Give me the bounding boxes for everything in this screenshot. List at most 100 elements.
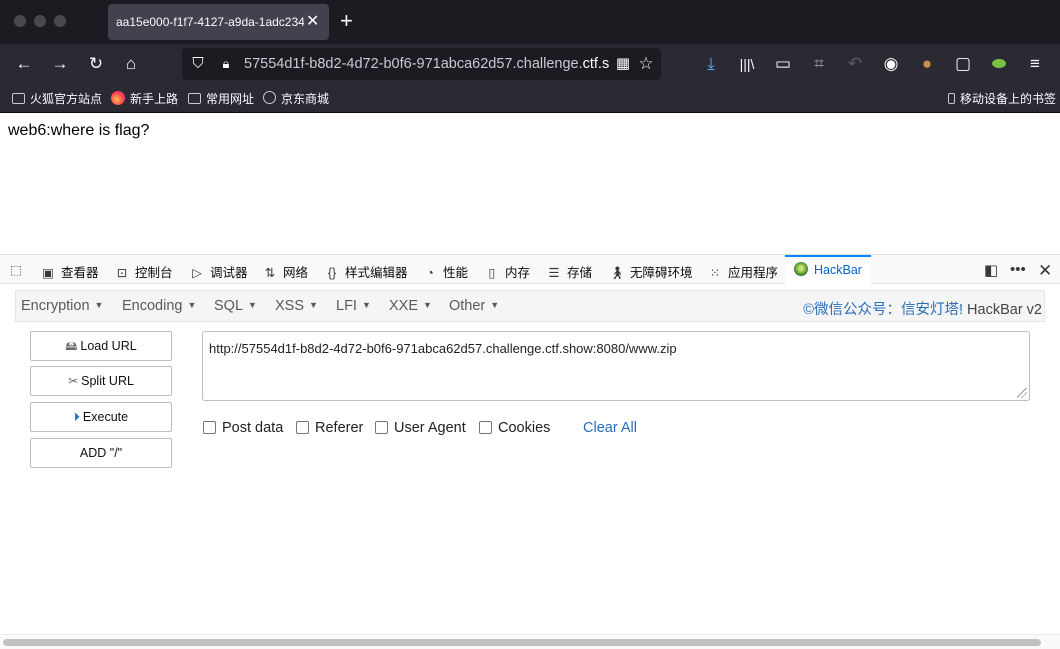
chevron-down-icon: ▼ [423,300,432,310]
more-options-icon[interactable]: ••• [1010,261,1026,278]
tab-debugger[interactable]: ▷ 调试器 [189,262,247,281]
tab-storage[interactable]: ☰ 存储 [546,262,592,281]
globe-icon [263,91,276,104]
menu-xxe[interactable]: XXE ▼ [389,298,432,314]
bookmark-star-icon[interactable]: ☆ [635,53,657,75]
menu-lfi[interactable]: LFI ▼ [336,298,371,314]
menu-encryption[interactable]: Encryption ▼ [21,298,103,314]
style-editor-icon: {} [327,266,337,280]
menu-xss[interactable]: XSS ▼ [275,298,318,314]
library-icon[interactable]: |||\ [736,53,758,75]
lock-icon[interactable]: 🔒︎ [215,53,237,75]
post-data-checkbox[interactable]: Post data [203,420,283,436]
url-text[interactable]: 57554d1f-b8d2-4d72-b0f6-971abca62d57.cha… [244,56,614,72]
tab-network[interactable]: ⇅ 网络 [262,262,308,281]
bookmark-item[interactable]: 新手上路 [111,90,178,107]
close-window-button[interactable] [14,15,26,27]
dock-side-icon[interactable]: ◧ [984,261,998,279]
page-content-text: web6:where is flag? [8,122,150,139]
folder-icon [188,93,201,104]
performance-icon: ◔ [426,266,434,280]
screenshot-icon[interactable]: ⌗ [808,53,830,75]
folder-icon [12,93,25,104]
hackbar-url-input[interactable]: http://57554d1f-b8d2-4d72-b0f6-971abca62… [202,331,1030,401]
active-tab[interactable]: aa15e000-f1f7-4127-a9da-1adc234 ✕ [108,4,329,40]
tab-console[interactable]: ⊡ 控制台 [114,262,173,281]
debugger-icon: ▷ [192,266,202,280]
execute-button[interactable]: ⏵︎ Execute [30,402,172,432]
scrollbar-thumb[interactable] [3,639,1041,646]
tab-style-editor[interactable]: {} 样式编辑器 [324,262,408,281]
split-url-button[interactable]: ✂︎ Split URL [30,366,172,396]
tab-inspector[interactable]: ▣ 查看器 [40,262,98,281]
tab-memory[interactable]: ▯ 内存 [484,262,530,281]
cookie-extension-icon[interactable]: ● [916,53,938,75]
devtools-toolbar: ⬚ ▣ 查看器 ⊡ 控制台 ▷ 调试器 ⇅ 网络 {} 样式编辑器 ◔ 性能 ▯ 内存 ☰ 存储… [0,254,1060,284]
downloads-icon[interactable]: ⤓ [700,53,722,75]
tab-accessibility[interactable]: 🚶︎ 无障碍环境 [609,262,692,281]
menu-encoding[interactable]: Encoding ▼ [122,298,196,314]
application-grid-icon: ⁙ [709,266,721,280]
firefox-icon [111,91,125,105]
qr-code-icon[interactable]: ▦ [612,53,634,75]
referer-checkbox[interactable]: Referer [296,420,363,436]
mobile-icon [948,93,955,104]
scissors-icon: ✂︎ [68,374,79,388]
bookmarks-bar: 火狐官方站点 新手上路 常用网址 京东商城 移动设备上的书签 [0,84,1060,113]
shield-icon[interactable]: ⛉ [187,53,209,75]
resize-handle[interactable] [1017,388,1027,398]
chevron-down-icon: ▼ [187,300,197,310]
chevron-down-icon: ▼ [309,300,318,310]
bookmark-item[interactable]: 常用网址 [188,90,254,107]
home-icon[interactable]: ⌂ [120,53,142,75]
menu-sql[interactable]: SQL ▼ [214,298,257,314]
user-agent-checkbox[interactable]: User Agent [375,420,466,436]
minimize-window-button[interactable] [34,15,46,27]
tab-hackbar[interactable]: HackBar [794,262,862,277]
memory-icon: ▯ [488,266,496,280]
extension-box-icon[interactable]: ▢ [952,53,974,75]
nav-bar: ← → ↻ ⌂ ⛉ 🔒︎ 57554d1f-b8d2-4d72-b0f6-971… [0,44,1060,84]
mobile-bookmarks[interactable]: 移动设备上的书签 [948,90,1056,107]
undo-icon[interactable]: ↶ [844,53,866,75]
horizontal-scrollbar[interactable] [0,634,1060,649]
extension-circle-icon[interactable]: ◉ [880,53,902,75]
clear-all-link[interactable]: Clear All [583,420,637,436]
close-devtools-icon[interactable]: ✕ [1038,261,1052,281]
forward-icon[interactable]: → [49,53,71,75]
url-bar[interactable]: ⛉ 🔒︎ 57554d1f-b8d2-4d72-b0f6-971abca62d5… [182,48,661,80]
url-input-value: http://57554d1f-b8d2-4d72-b0f6-971abca62… [209,341,677,356]
tab-bar: aa15e000-f1f7-4127-a9da-1adc234 ✕ + [0,0,1060,44]
load-url-icon: 🖴︎ [65,339,78,353]
console-icon: ⊡ [116,266,128,280]
sidebar-icon[interactable]: ▭ [772,53,794,75]
reload-icon[interactable]: ↻ [85,53,107,75]
bookmark-item[interactable]: 火狐官方站点 [12,90,102,107]
add-slash-button[interactable]: ADD "/" [30,438,172,468]
hackbar-menu: Encryption ▼ Encoding ▼ SQL ▼ XSS ▼ LFI ▼ XXE… [15,290,1045,322]
element-picker-icon[interactable]: ⬚ [8,262,29,277]
menu-icon[interactable]: ≡ [1024,53,1046,75]
accessibility-icon: 🚶︎ [609,266,625,280]
chevron-down-icon: ▼ [94,300,104,310]
network-icon: ⇅ [264,266,276,280]
play-icon: ⏵︎ [73,410,80,424]
zoom-window-button[interactable] [54,15,66,27]
toggle-extension-icon[interactable]: ⬬ [988,53,1010,75]
load-url-button[interactable]: 🖴︎ Load URL [30,331,172,361]
chevron-down-icon: ▼ [361,300,371,310]
menu-other[interactable]: Other ▼ [449,298,499,314]
new-tab-button[interactable]: + [340,10,353,32]
browser-chrome: aa15e000-f1f7-4127-a9da-1adc234 ✕ + ← → … [0,0,1060,113]
tab-performance[interactable]: ◔ 性能 [422,262,468,281]
chevron-down-icon: ▼ [490,300,500,310]
tab-application[interactable]: ⁙ 应用程序 [707,262,778,281]
bookmark-item[interactable]: 京东商城 [263,90,329,107]
storage-icon: ☰ [548,266,560,280]
hackbar-brand: ©微信公众号：信安灯塔! HackBar v2 [803,302,1042,318]
back-icon[interactable]: ← [13,53,35,75]
tab-title: aa15e000-f1f7-4127-a9da-1adc234 [116,15,304,29]
chevron-down-icon: ▼ [248,300,257,310]
cookies-checkbox[interactable]: Cookies [479,420,550,436]
tab-close-icon[interactable]: ✕ [306,12,319,32]
